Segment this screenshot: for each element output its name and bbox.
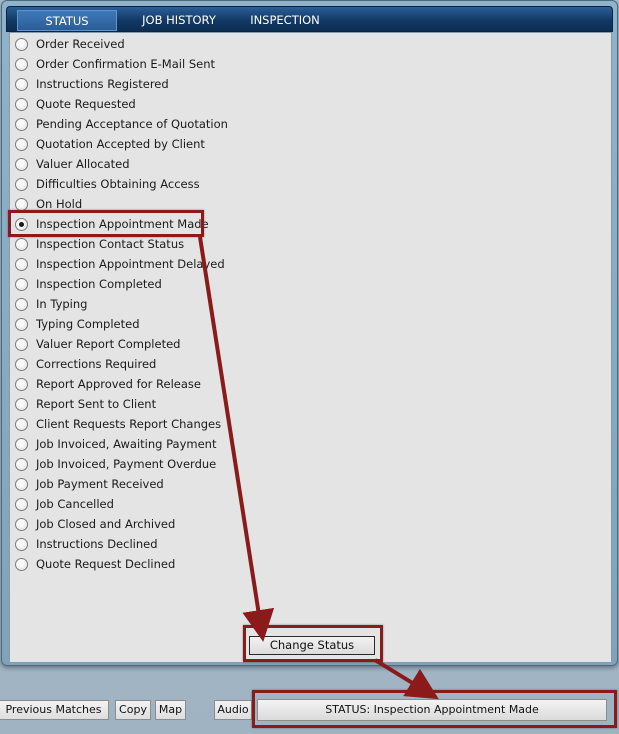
radio-button-icon[interactable]	[15, 117, 28, 131]
status-option[interactable]: Job Closed and Archived	[15, 516, 175, 532]
status-option-label: Quote Requested	[36, 97, 136, 111]
status-option[interactable]: Inspection Contact Status	[15, 236, 184, 252]
status-option[interactable]: Inspection Appointment Delayed	[15, 256, 225, 272]
status-option[interactable]: Inspection Appointment Made	[15, 216, 209, 232]
status-option[interactable]: Valuer Allocated	[15, 156, 130, 172]
radio-button-icon[interactable]	[15, 417, 28, 431]
status-option[interactable]: Quote Requested	[15, 96, 136, 112]
radio-button-icon[interactable]	[15, 397, 28, 411]
status-option[interactable]: Report Sent to Client	[15, 396, 156, 412]
status-option-label: Inspection Contact Status	[36, 237, 185, 251]
status-option[interactable]: Report Approved for Release	[15, 376, 201, 392]
status-option-label: Quotation Accepted by Client	[36, 137, 205, 151]
status-option[interactable]: Typing Completed	[15, 316, 140, 332]
radio-button-icon[interactable]	[15, 97, 28, 111]
radio-button-icon[interactable]	[15, 217, 28, 231]
screen: STATUS JOB HISTORY INSPECTION Order Rece…	[0, 0, 619, 734]
status-option-label: In Typing	[36, 297, 88, 311]
status-option-label: Inspection Completed	[36, 277, 162, 291]
radio-button-icon[interactable]	[15, 277, 28, 291]
status-option[interactable]: Corrections Required	[15, 356, 156, 372]
radio-button-icon[interactable]	[15, 57, 28, 71]
status-option-label: Report Approved for Release	[36, 377, 201, 391]
status-option[interactable]: On Hold	[15, 196, 82, 212]
radio-button-icon[interactable]	[15, 457, 28, 471]
status-option[interactable]: Pending Acceptance of Quotation	[15, 116, 228, 132]
status-option-label: Quote Request Declined	[36, 557, 176, 571]
status-option[interactable]: Instructions Declined	[15, 536, 158, 552]
status-option-label: Client Requests Report Changes	[36, 417, 222, 431]
radio-button-icon[interactable]	[15, 177, 28, 191]
status-option[interactable]: Job Invoiced, Payment Overdue	[15, 456, 216, 472]
status-option-label: Typing Completed	[36, 317, 140, 331]
status-option-label: Job Invoiced, Awaiting Payment	[36, 437, 217, 451]
status-option[interactable]: Quotation Accepted by Client	[15, 136, 205, 152]
status-option[interactable]: Order Received	[15, 36, 125, 52]
status-option[interactable]: Inspection Completed	[15, 276, 162, 292]
status-option-label: Job Invoiced, Payment Overdue	[36, 457, 217, 471]
radio-button-icon[interactable]	[15, 137, 28, 151]
radio-button-icon[interactable]	[15, 357, 28, 371]
radio-button-icon[interactable]	[15, 557, 28, 571]
status-option[interactable]: Quote Request Declined	[15, 556, 175, 572]
previous-matches-button[interactable]: Previous Matches	[0, 700, 109, 720]
radio-button-icon[interactable]	[15, 497, 28, 511]
map-button[interactable]: Map	[155, 700, 186, 720]
status-option[interactable]: Client Requests Report Changes	[15, 416, 221, 432]
status-option[interactable]: Valuer Report Completed	[15, 336, 180, 352]
status-option[interactable]: Job Cancelled	[15, 496, 114, 512]
status-option-label: Job Closed and Archived	[36, 517, 176, 531]
radio-button-icon[interactable]	[15, 157, 28, 171]
status-option-label: Inspection Appointment Delayed	[36, 257, 225, 271]
status-option-label: Valuer Allocated	[36, 157, 130, 171]
copy-button[interactable]: Copy	[115, 700, 151, 720]
status-option-label: Instructions Declined	[36, 537, 158, 551]
radio-button-icon[interactable]	[15, 297, 28, 311]
status-option-label: Instructions Registered	[36, 77, 169, 91]
status-option[interactable]: Order Confirmation E-Mail Sent	[15, 56, 215, 72]
radio-button-icon[interactable]	[15, 317, 28, 331]
status-option-label: Order Received	[36, 37, 125, 51]
change-status-button[interactable]: Change Status	[249, 636, 375, 655]
status-option-label: Corrections Required	[36, 357, 157, 371]
radio-button-icon[interactable]	[15, 437, 28, 451]
status-option-label: Report Sent to Client	[36, 397, 157, 411]
tab-job-history[interactable]: JOB HISTORY	[129, 10, 229, 31]
tab-inspection[interactable]: INSPECTION	[235, 10, 335, 31]
radio-button-icon[interactable]	[15, 37, 28, 51]
radio-button-icon[interactable]	[15, 197, 28, 211]
status-option[interactable]: Job Invoiced, Awaiting Payment	[15, 436, 216, 452]
radio-button-icon[interactable]	[15, 77, 28, 91]
status-list-panel: Order Received Order Confirmation E-Mail …	[9, 32, 612, 663]
status-option-label: Pending Acceptance of Quotation	[36, 117, 228, 131]
status-option[interactable]: Difficulties Obtaining Access	[15, 176, 200, 192]
tab-bar: STATUS JOB HISTORY INSPECTION	[6, 6, 613, 32]
status-option-label: Inspection Appointment Made	[36, 217, 209, 231]
status-option-label: Order Confirmation E-Mail Sent	[36, 57, 215, 71]
status-option[interactable]: Instructions Registered	[15, 76, 169, 92]
radio-button-icon[interactable]	[15, 477, 28, 491]
status-option-label: Job Payment Received	[36, 477, 164, 491]
status-option-label: Valuer Report Completed	[36, 337, 181, 351]
status-display-field: STATUS: Inspection Appointment Made	[257, 699, 607, 721]
status-option-label: Difficulties Obtaining Access	[36, 177, 200, 191]
tab-status[interactable]: STATUS	[17, 10, 117, 31]
radio-button-icon[interactable]	[15, 237, 28, 251]
radio-button-icon[interactable]	[15, 517, 28, 531]
radio-button-icon[interactable]	[15, 537, 28, 551]
radio-button-icon[interactable]	[15, 337, 28, 351]
status-option[interactable]: In Typing	[15, 296, 87, 312]
radio-button-icon[interactable]	[15, 257, 28, 271]
status-panel-window: STATUS JOB HISTORY INSPECTION Order Rece…	[1, 0, 618, 666]
audio-button[interactable]: Audio	[214, 700, 252, 720]
radio-button-icon[interactable]	[15, 377, 28, 391]
status-option-label: Job Cancelled	[36, 497, 114, 511]
status-option-label: On Hold	[36, 197, 83, 211]
status-option[interactable]: Job Payment Received	[15, 476, 164, 492]
